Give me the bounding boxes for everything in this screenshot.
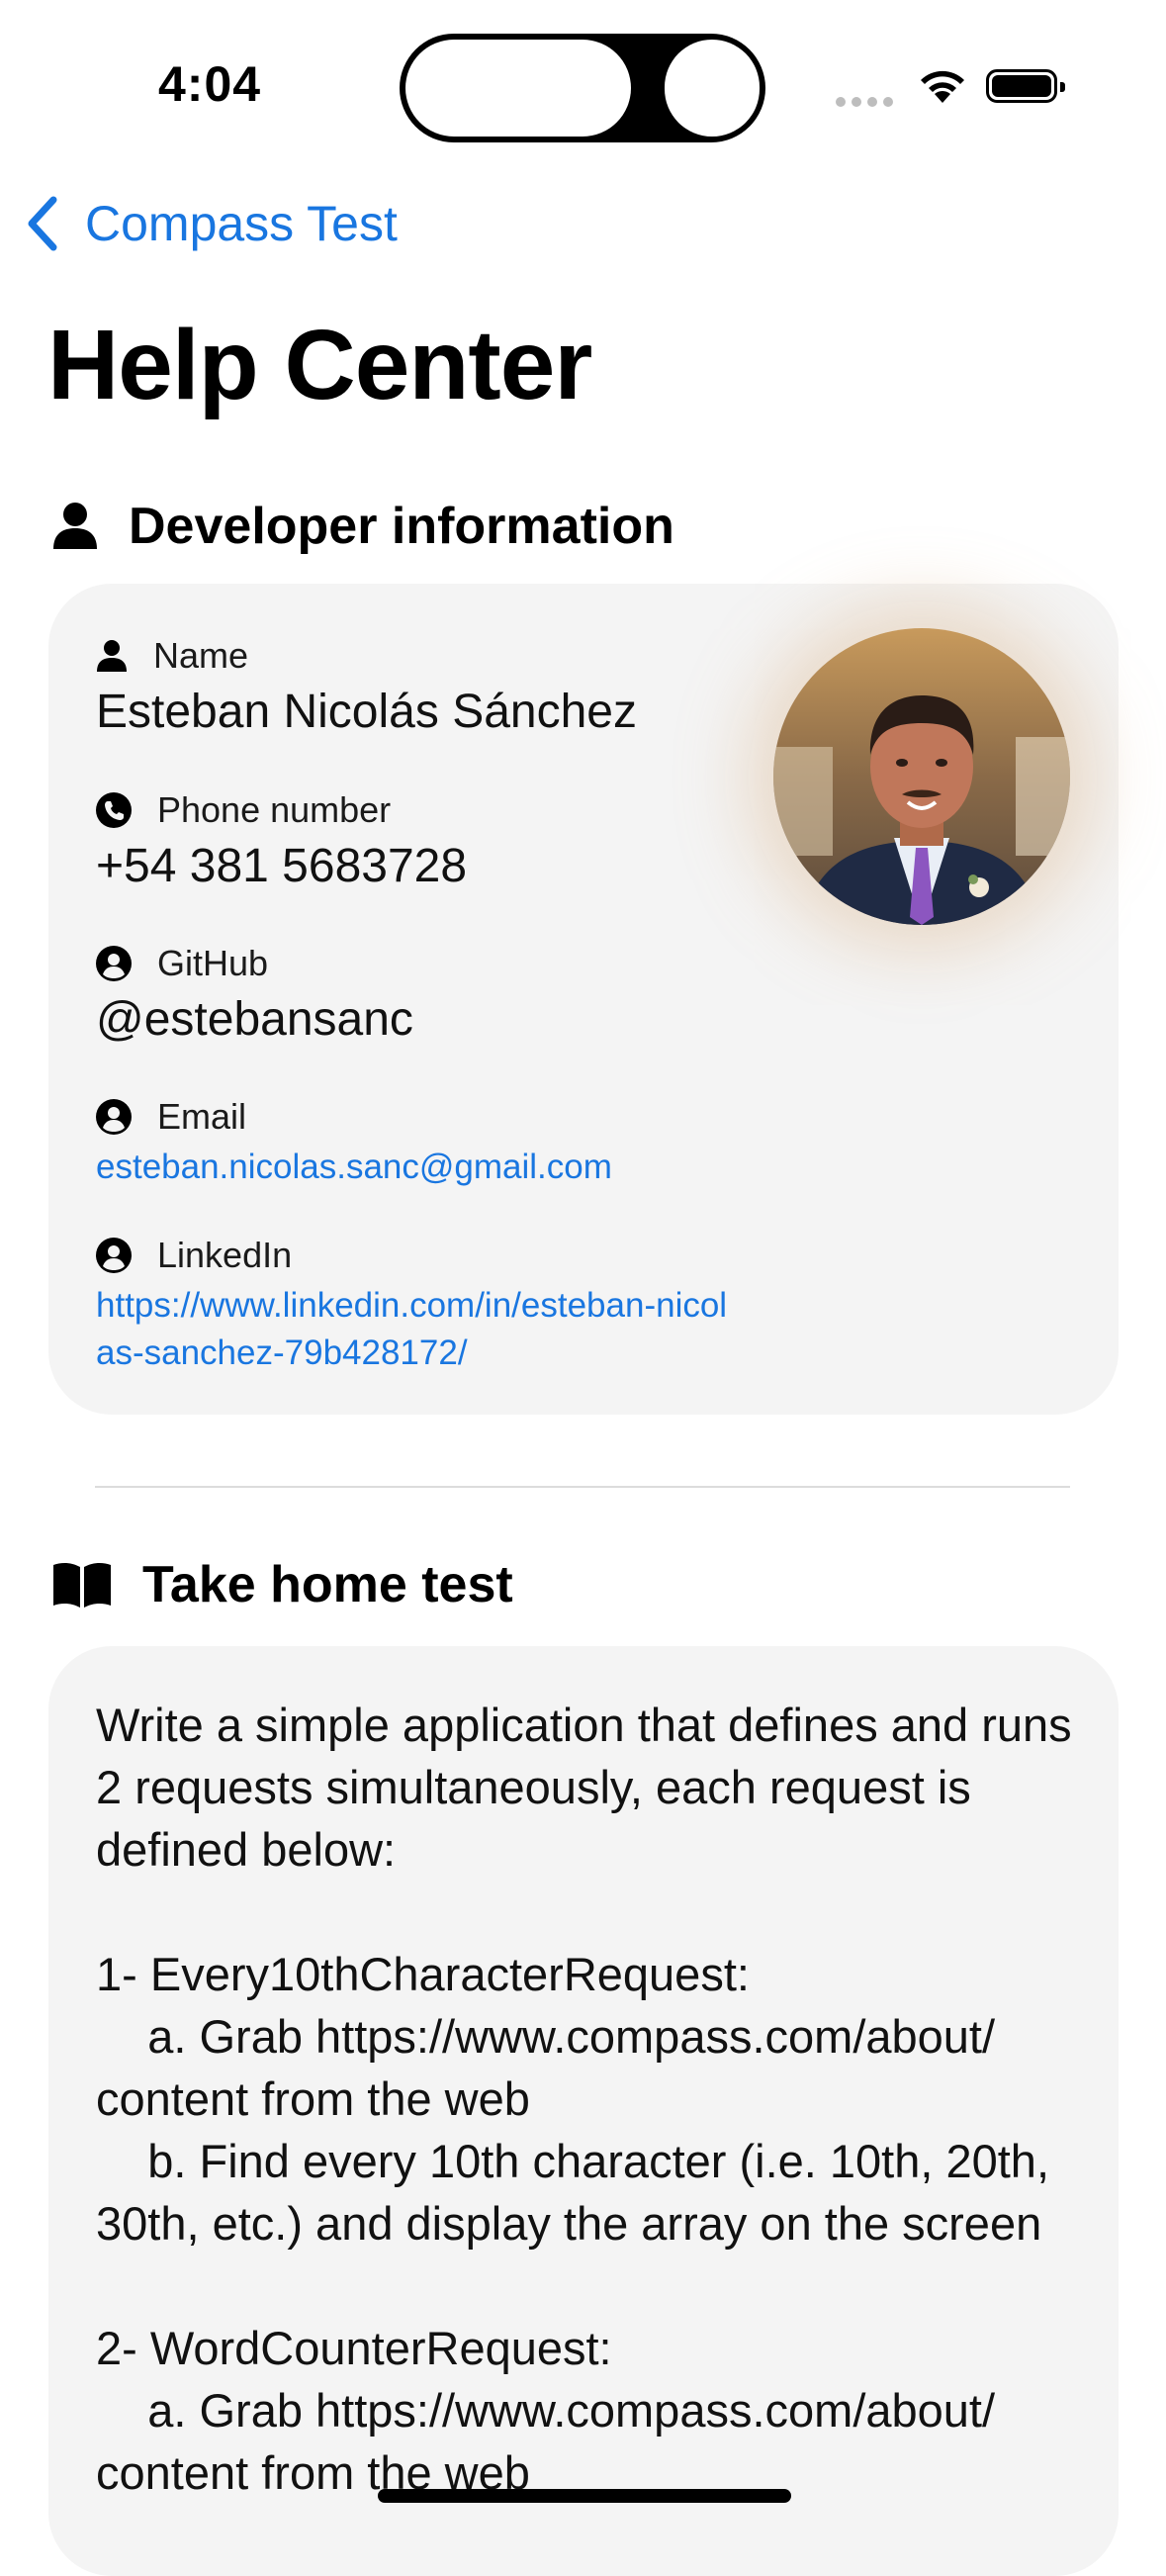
name-label: Name [153, 635, 249, 676]
back-button-label: Compass Test [85, 196, 398, 251]
developer-section-title: Developer information [129, 498, 674, 555]
name-value: Esteban Nicolás Sánchez [96, 686, 637, 738]
person-icon [97, 640, 127, 672]
person-circle-icon [96, 1099, 132, 1135]
home-indicator[interactable] [378, 2489, 791, 2503]
name-field: Name Esteban Nicolás Sánchez [96, 635, 637, 739]
github-value: @estebansanc [96, 993, 413, 1046]
chevron-left-icon [28, 196, 57, 251]
test-description-card: Write a simple application that defines … [48, 1646, 1119, 2576]
developer-card: Name Esteban Nicolás Sánchez Phone numbe… [48, 584, 1119, 1415]
developer-avatar [773, 628, 1070, 925]
battery-icon [986, 69, 1065, 103]
email-link[interactable]: esteban.nicolas.sanc@gmail.com [96, 1144, 612, 1191]
phone-field: Phone number +54 381 5683728 [96, 789, 467, 893]
section-divider [95, 1486, 1070, 1488]
wifi-icon [921, 70, 964, 103]
person-circle-icon [96, 1238, 132, 1273]
phone-value: +54 381 5683728 [96, 840, 468, 892]
cellular-signal-icon [836, 97, 893, 107]
email-field: Email esteban.nicolas.sanc@gmail.com [96, 1096, 612, 1191]
test-description-text: Write a simple application that defines … [96, 1699, 1072, 2499]
page-title: Help Center [47, 310, 592, 420]
github-field: GitHub @estebansanc [96, 943, 413, 1047]
linkedin-label: LinkedIn [157, 1235, 293, 1275]
phone-icon [96, 792, 132, 828]
test-section-header: Take home test [51, 1555, 513, 1614]
linkedin-field: LinkedIn https://www.linkedin.com/in/est… [96, 1235, 729, 1377]
person-icon [53, 503, 97, 549]
back-button[interactable]: Compass Test [24, 194, 398, 253]
developer-section-header: Developer information [51, 497, 674, 556]
status-indicators [836, 63, 1073, 113]
dynamic-island [400, 34, 765, 142]
person-circle-icon [96, 946, 132, 981]
github-label: GitHub [157, 943, 269, 983]
linkedin-link[interactable]: https://www.linkedin.com/in/esteban-nico… [96, 1282, 729, 1377]
test-section-title: Take home test [142, 1556, 513, 1613]
book-icon [53, 1562, 111, 1608]
status-time: 4:04 [158, 56, 262, 112]
email-label: Email [157, 1096, 247, 1137]
phone-label: Phone number [157, 789, 392, 830]
